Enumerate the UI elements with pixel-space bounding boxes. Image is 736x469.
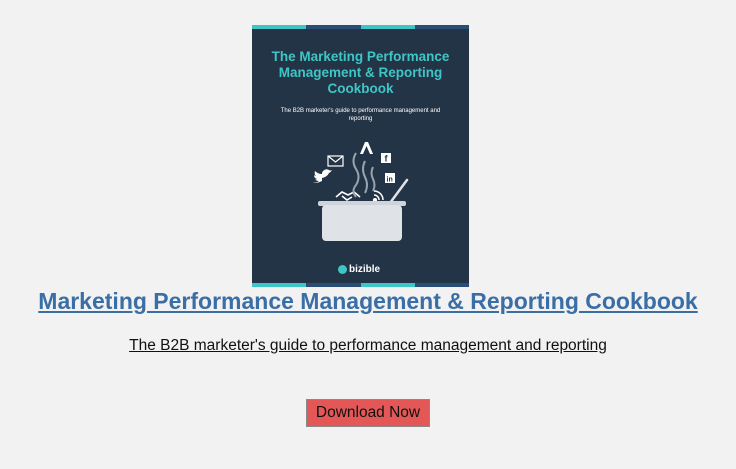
download-now-button[interactable]: Download Now — [306, 399, 430, 427]
cover-top-strip — [252, 25, 469, 29]
headline-link[interactable]: Marketing Performance Management & Repor… — [0, 288, 736, 315]
steam-icon — [352, 152, 376, 198]
bizible-logo-text: bizible — [349, 264, 381, 275]
cover-subtitle: The B2B marketer's guide to performance … — [280, 108, 441, 122]
bizible-logo-mark-icon — [338, 265, 347, 274]
linkedin-icon: in — [385, 173, 395, 184]
ebook-cover-image[interactable]: The Marketing Performance Management & R… — [252, 25, 469, 287]
pot-icon — [318, 201, 406, 241]
twitter-icon — [313, 169, 332, 183]
envelope-icon — [327, 155, 344, 167]
bizible-logo: bizible — [338, 264, 380, 275]
facebook-icon: f — [381, 153, 391, 164]
cover-title: The Marketing Performance Management & R… — [271, 49, 450, 96]
svg-text:in: in — [387, 177, 393, 184]
rss-icon — [372, 190, 384, 203]
a-logo-icon — [360, 142, 373, 154]
landing-page: The Marketing Performance Management & R… — [0, 0, 736, 469]
subheadline-link[interactable]: The B2B marketer's guide to performance … — [0, 337, 736, 355]
cookbook-illustration: f in — [313, 142, 409, 241]
cover-bottom-strip — [252, 283, 469, 287]
